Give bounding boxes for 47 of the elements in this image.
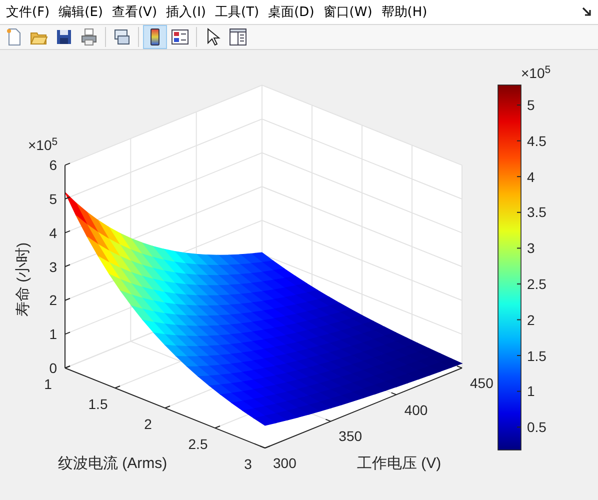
z-axis-multiplier: ×10$^{5}$ xyxy=(28,138,58,152)
legend-icon xyxy=(171,28,189,46)
property-panel-icon xyxy=(229,28,247,46)
save-icon xyxy=(55,28,73,46)
toolbar-button[interactable] xyxy=(143,25,167,49)
axis-label: 工作电压 (V) xyxy=(357,456,442,471)
new-file-icon xyxy=(5,28,23,46)
tick-label: 3 xyxy=(48,260,57,274)
menu-item[interactable]: 桌面(D) xyxy=(265,6,318,18)
tick-label: 1.5 xyxy=(527,348,546,363)
printer-icon xyxy=(80,28,98,46)
colorbar-multiplier: ×10$^{5}$ xyxy=(521,66,551,80)
tick-label: 2 xyxy=(527,312,535,327)
tick-label: 1.5 xyxy=(87,397,109,411)
tick-label: 4 xyxy=(527,170,535,184)
menu-item[interactable]: 工具(T) xyxy=(212,6,262,18)
tick-label: 300 xyxy=(273,456,296,470)
tick-label: 1 xyxy=(48,327,57,342)
tick-label: 0 xyxy=(48,361,57,375)
tick-label: 2 xyxy=(143,417,153,431)
tick-label: 5 xyxy=(48,192,57,206)
tick-label: 4 xyxy=(48,226,57,240)
tick-label: 4.5 xyxy=(527,134,546,148)
tick-label: 1 xyxy=(527,384,535,398)
menu-item[interactable]: 插入(I) xyxy=(163,6,210,18)
tick-label: 2.5 xyxy=(527,276,546,291)
tick-label: 3 xyxy=(243,457,253,471)
tick-label: 0.5 xyxy=(527,420,546,434)
tick-label: 2.5 xyxy=(187,437,209,451)
tick-label: 350 xyxy=(338,429,362,444)
axis-label: 纹波电流 (Arms) xyxy=(58,456,168,471)
tick-label: 1 xyxy=(43,377,53,391)
menu-item[interactable]: 查看(V) xyxy=(108,6,160,18)
tick-label: 2 xyxy=(48,293,57,308)
tick-label: 450 xyxy=(470,376,494,390)
tick-label: 5 xyxy=(527,98,535,112)
linked-windows-icon xyxy=(113,28,131,46)
menu-item[interactable]: 编辑(E) xyxy=(56,6,106,18)
tick-label: 400 xyxy=(404,402,428,417)
tick-label: 3 xyxy=(527,241,535,256)
menu-item[interactable]: 帮助(H) xyxy=(378,6,430,18)
menu-item[interactable]: 窗口(W) xyxy=(320,6,376,18)
tick-label: 3.5 xyxy=(527,205,546,220)
dock-arrow-icon[interactable] xyxy=(582,7,592,17)
tick-label: 6 xyxy=(48,158,57,172)
menu-item[interactable]: 文件(F) xyxy=(3,6,53,18)
axis-label: 寿命 (小时) xyxy=(16,242,31,317)
